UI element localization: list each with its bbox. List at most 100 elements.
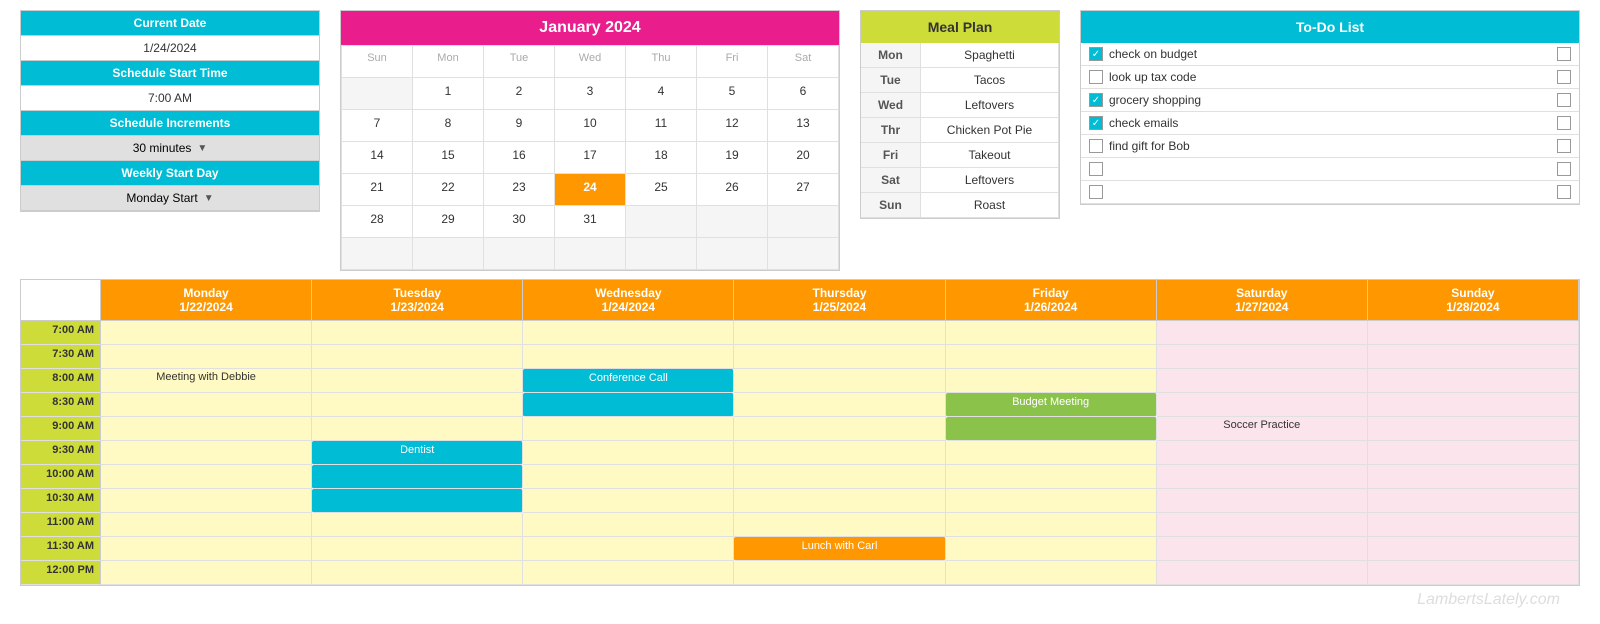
cal-day-5[interactable]: 5 [697, 78, 768, 110]
sched-sun-700[interactable] [1368, 321, 1579, 345]
cal-day-9[interactable]: 9 [484, 110, 555, 142]
sched-mon-1130[interactable] [101, 537, 312, 561]
sched-sat-930[interactable] [1157, 441, 1368, 465]
schedule-increments-dropdown[interactable]: 30 minutes ▼ [21, 136, 319, 161]
cal-day-12[interactable]: 12 [697, 110, 768, 142]
cal-day-11[interactable]: 11 [626, 110, 697, 142]
sched-wed-1130[interactable] [523, 537, 734, 561]
sched-thu-730[interactable] [734, 345, 945, 369]
sched-wed-1030[interactable] [523, 489, 734, 513]
sched-fri-1200[interactable] [946, 561, 1157, 585]
cal-day-13[interactable]: 13 [768, 110, 839, 142]
sched-thu-930[interactable] [734, 441, 945, 465]
cal-day-24[interactable]: 24 [555, 174, 626, 206]
sched-mon-800[interactable]: Meeting with Debbie [101, 369, 312, 393]
sched-tue-1200[interactable] [312, 561, 523, 585]
todo-checkbox-right-3[interactable] [1557, 93, 1571, 107]
sched-fri-900[interactable] [946, 417, 1157, 441]
sched-mon-700[interactable] [101, 321, 312, 345]
todo-checkbox-right-4[interactable] [1557, 116, 1571, 130]
cal-day-16[interactable]: 16 [484, 142, 555, 174]
sched-sat-1130[interactable] [1157, 537, 1368, 561]
sched-tue-930[interactable]: Dentist [312, 441, 523, 465]
sched-wed-930[interactable] [523, 441, 734, 465]
todo-checkbox-left-1[interactable] [1089, 47, 1103, 61]
todo-checkbox-left-5[interactable] [1089, 139, 1103, 153]
sched-sun-900[interactable] [1368, 417, 1579, 441]
sched-sun-1000[interactable] [1368, 465, 1579, 489]
sched-thu-700[interactable] [734, 321, 945, 345]
weekly-start-day-dropdown[interactable]: Monday Start ▼ [21, 186, 319, 211]
sched-sun-1130[interactable] [1368, 537, 1579, 561]
sched-fri-730[interactable] [946, 345, 1157, 369]
cal-day-18[interactable]: 18 [626, 142, 697, 174]
cal-day-3[interactable]: 3 [555, 78, 626, 110]
sched-wed-800[interactable]: Conference Call [523, 369, 734, 393]
cal-day-25[interactable]: 25 [626, 174, 697, 206]
todo-checkbox-left-4[interactable] [1089, 116, 1103, 130]
cal-day-26[interactable]: 26 [697, 174, 768, 206]
sched-sat-1100[interactable] [1157, 513, 1368, 537]
sched-tue-800[interactable] [312, 369, 523, 393]
sched-sat-1030[interactable] [1157, 489, 1368, 513]
sched-sun-800[interactable] [1368, 369, 1579, 393]
sched-thu-1130[interactable]: Lunch with Carl [734, 537, 945, 561]
sched-tue-730[interactable] [312, 345, 523, 369]
sched-fri-1000[interactable] [946, 465, 1157, 489]
sched-wed-900[interactable] [523, 417, 734, 441]
cal-day-30[interactable]: 30 [484, 206, 555, 238]
sched-sun-1100[interactable] [1368, 513, 1579, 537]
sched-thu-1030[interactable] [734, 489, 945, 513]
cal-day-21[interactable]: 21 [342, 174, 413, 206]
cal-day-27[interactable]: 27 [768, 174, 839, 206]
sched-fri-800[interactable] [946, 369, 1157, 393]
sched-mon-1200[interactable] [101, 561, 312, 585]
cal-day-10[interactable]: 10 [555, 110, 626, 142]
cal-day-20[interactable]: 20 [768, 142, 839, 174]
sched-mon-1100[interactable] [101, 513, 312, 537]
sched-tue-1100[interactable] [312, 513, 523, 537]
sched-fri-830[interactable]: Budget Meeting [946, 393, 1157, 417]
sched-mon-1030[interactable] [101, 489, 312, 513]
sched-thu-1200[interactable] [734, 561, 945, 585]
sched-sun-1030[interactable] [1368, 489, 1579, 513]
sched-sun-730[interactable] [1368, 345, 1579, 369]
sched-wed-830[interactable] [523, 393, 734, 417]
cal-day-15[interactable]: 15 [413, 142, 484, 174]
sched-sat-800[interactable] [1157, 369, 1368, 393]
sched-wed-1200[interactable] [523, 561, 734, 585]
sched-mon-900[interactable] [101, 417, 312, 441]
cal-day-22[interactable]: 22 [413, 174, 484, 206]
sched-thu-1000[interactable] [734, 465, 945, 489]
todo-checkbox-right-1[interactable] [1557, 47, 1571, 61]
cal-day-23[interactable]: 23 [484, 174, 555, 206]
sched-wed-1000[interactable] [523, 465, 734, 489]
cal-day-31[interactable]: 31 [555, 206, 626, 238]
todo-checkbox-right-7[interactable] [1557, 185, 1571, 199]
todo-checkbox-left-7[interactable] [1089, 185, 1103, 199]
sched-sat-900[interactable]: Soccer Practice [1157, 417, 1368, 441]
cal-day-6[interactable]: 6 [768, 78, 839, 110]
sched-tue-1130[interactable] [312, 537, 523, 561]
cal-day-28[interactable]: 28 [342, 206, 413, 238]
cal-day-4[interactable]: 4 [626, 78, 697, 110]
sched-wed-730[interactable] [523, 345, 734, 369]
sched-mon-1000[interactable] [101, 465, 312, 489]
cal-day-7[interactable]: 7 [342, 110, 413, 142]
cal-day-14[interactable]: 14 [342, 142, 413, 174]
sched-mon-830[interactable] [101, 393, 312, 417]
cal-day-2[interactable]: 2 [484, 78, 555, 110]
sched-thu-1100[interactable] [734, 513, 945, 537]
todo-checkbox-right-2[interactable] [1557, 70, 1571, 84]
sched-sun-930[interactable] [1368, 441, 1579, 465]
sched-fri-930[interactable] [946, 441, 1157, 465]
sched-sat-830[interactable] [1157, 393, 1368, 417]
sched-mon-730[interactable] [101, 345, 312, 369]
todo-checkbox-left-3[interactable] [1089, 93, 1103, 107]
sched-sat-700[interactable] [1157, 321, 1368, 345]
cal-day-8[interactable]: 8 [413, 110, 484, 142]
sched-tue-700[interactable] [312, 321, 523, 345]
sched-sun-830[interactable] [1368, 393, 1579, 417]
sched-thu-800[interactable] [734, 369, 945, 393]
sched-wed-700[interactable] [523, 321, 734, 345]
